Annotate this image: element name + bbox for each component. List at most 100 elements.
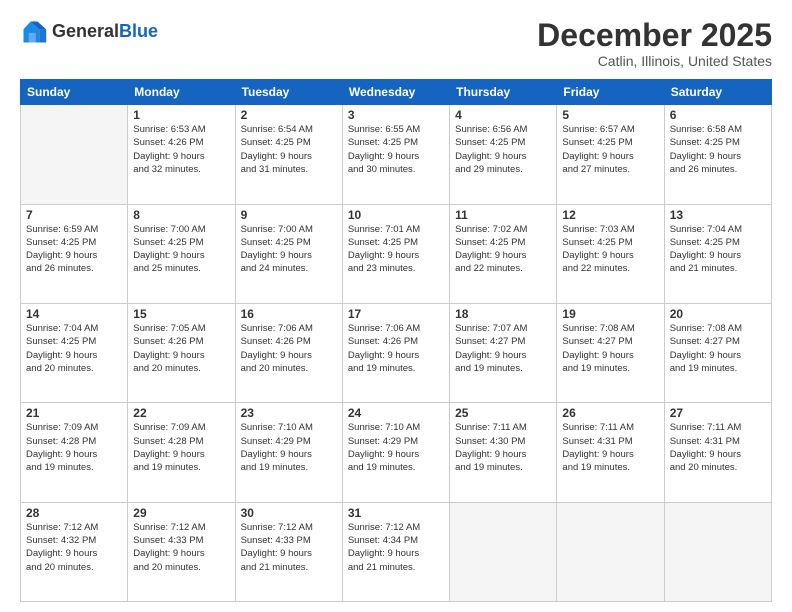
calendar-cell: 7Sunrise: 6:59 AM Sunset: 4:25 PM Daylig… xyxy=(21,204,128,303)
day-info: Sunrise: 6:55 AM Sunset: 4:25 PM Dayligh… xyxy=(348,123,444,176)
weekday-row: SundayMondayTuesdayWednesdayThursdayFrid… xyxy=(21,80,772,105)
header: GeneralBlue December 2025 Catlin, Illino… xyxy=(20,18,772,69)
day-info: Sunrise: 7:12 AM Sunset: 4:33 PM Dayligh… xyxy=(133,521,229,574)
day-number: 16 xyxy=(241,307,337,321)
day-info: Sunrise: 7:12 AM Sunset: 4:33 PM Dayligh… xyxy=(241,521,337,574)
calendar-cell xyxy=(557,502,664,601)
day-number: 18 xyxy=(455,307,551,321)
day-number: 9 xyxy=(241,208,337,222)
day-info: Sunrise: 7:12 AM Sunset: 4:34 PM Dayligh… xyxy=(348,521,444,574)
calendar-cell: 14Sunrise: 7:04 AM Sunset: 4:25 PM Dayli… xyxy=(21,303,128,402)
day-number: 7 xyxy=(26,208,122,222)
calendar-cell: 30Sunrise: 7:12 AM Sunset: 4:33 PM Dayli… xyxy=(235,502,342,601)
location: Catlin, Illinois, United States xyxy=(537,53,772,69)
day-info: Sunrise: 6:56 AM Sunset: 4:25 PM Dayligh… xyxy=(455,123,551,176)
day-number: 1 xyxy=(133,108,229,122)
calendar-week-row: 7Sunrise: 6:59 AM Sunset: 4:25 PM Daylig… xyxy=(21,204,772,303)
calendar-cell: 8Sunrise: 7:00 AM Sunset: 4:25 PM Daylig… xyxy=(128,204,235,303)
day-number: 11 xyxy=(455,208,551,222)
calendar-cell xyxy=(664,502,771,601)
day-info: Sunrise: 7:11 AM Sunset: 4:31 PM Dayligh… xyxy=(670,421,766,474)
day-number: 25 xyxy=(455,406,551,420)
day-number: 30 xyxy=(241,506,337,520)
day-info: Sunrise: 7:09 AM Sunset: 4:28 PM Dayligh… xyxy=(133,421,229,474)
day-number: 17 xyxy=(348,307,444,321)
day-number: 4 xyxy=(455,108,551,122)
day-number: 8 xyxy=(133,208,229,222)
day-number: 3 xyxy=(348,108,444,122)
calendar: SundayMondayTuesdayWednesdayThursdayFrid… xyxy=(20,79,772,602)
calendar-cell: 18Sunrise: 7:07 AM Sunset: 4:27 PM Dayli… xyxy=(450,303,557,402)
weekday-header: Thursday xyxy=(450,80,557,105)
calendar-cell: 24Sunrise: 7:10 AM Sunset: 4:29 PM Dayli… xyxy=(342,403,449,502)
calendar-header: SundayMondayTuesdayWednesdayThursdayFrid… xyxy=(21,80,772,105)
day-number: 20 xyxy=(670,307,766,321)
day-number: 31 xyxy=(348,506,444,520)
logo-blue: Blue xyxy=(119,21,158,41)
calendar-cell xyxy=(450,502,557,601)
day-info: Sunrise: 7:11 AM Sunset: 4:30 PM Dayligh… xyxy=(455,421,551,474)
calendar-cell: 16Sunrise: 7:06 AM Sunset: 4:26 PM Dayli… xyxy=(235,303,342,402)
day-number: 23 xyxy=(241,406,337,420)
day-info: Sunrise: 7:12 AM Sunset: 4:32 PM Dayligh… xyxy=(26,521,122,574)
day-number: 2 xyxy=(241,108,337,122)
calendar-week-row: 21Sunrise: 7:09 AM Sunset: 4:28 PM Dayli… xyxy=(21,403,772,502)
day-number: 10 xyxy=(348,208,444,222)
weekday-header: Sunday xyxy=(21,80,128,105)
calendar-cell: 17Sunrise: 7:06 AM Sunset: 4:26 PM Dayli… xyxy=(342,303,449,402)
logo-general: General xyxy=(52,21,119,41)
calendar-cell: 2Sunrise: 6:54 AM Sunset: 4:25 PM Daylig… xyxy=(235,105,342,204)
day-number: 22 xyxy=(133,406,229,420)
calendar-week-row: 28Sunrise: 7:12 AM Sunset: 4:32 PM Dayli… xyxy=(21,502,772,601)
day-number: 13 xyxy=(670,208,766,222)
weekday-header: Wednesday xyxy=(342,80,449,105)
calendar-cell: 6Sunrise: 6:58 AM Sunset: 4:25 PM Daylig… xyxy=(664,105,771,204)
day-info: Sunrise: 7:09 AM Sunset: 4:28 PM Dayligh… xyxy=(26,421,122,474)
calendar-cell: 12Sunrise: 7:03 AM Sunset: 4:25 PM Dayli… xyxy=(557,204,664,303)
day-info: Sunrise: 7:03 AM Sunset: 4:25 PM Dayligh… xyxy=(562,223,658,276)
day-number: 28 xyxy=(26,506,122,520)
day-info: Sunrise: 7:04 AM Sunset: 4:25 PM Dayligh… xyxy=(26,322,122,375)
calendar-cell: 31Sunrise: 7:12 AM Sunset: 4:34 PM Dayli… xyxy=(342,502,449,601)
weekday-header: Friday xyxy=(557,80,664,105)
calendar-cell: 25Sunrise: 7:11 AM Sunset: 4:30 PM Dayli… xyxy=(450,403,557,502)
month-title: December 2025 xyxy=(537,18,772,53)
day-number: 26 xyxy=(562,406,658,420)
day-number: 14 xyxy=(26,307,122,321)
day-info: Sunrise: 6:58 AM Sunset: 4:25 PM Dayligh… xyxy=(670,123,766,176)
weekday-header: Monday xyxy=(128,80,235,105)
calendar-cell: 28Sunrise: 7:12 AM Sunset: 4:32 PM Dayli… xyxy=(21,502,128,601)
page: GeneralBlue December 2025 Catlin, Illino… xyxy=(0,0,792,612)
weekday-header: Tuesday xyxy=(235,80,342,105)
day-info: Sunrise: 6:53 AM Sunset: 4:26 PM Dayligh… xyxy=(133,123,229,176)
day-info: Sunrise: 6:59 AM Sunset: 4:25 PM Dayligh… xyxy=(26,223,122,276)
calendar-cell: 9Sunrise: 7:00 AM Sunset: 4:25 PM Daylig… xyxy=(235,204,342,303)
calendar-cell: 22Sunrise: 7:09 AM Sunset: 4:28 PM Dayli… xyxy=(128,403,235,502)
day-info: Sunrise: 7:05 AM Sunset: 4:26 PM Dayligh… xyxy=(133,322,229,375)
day-number: 12 xyxy=(562,208,658,222)
day-info: Sunrise: 7:04 AM Sunset: 4:25 PM Dayligh… xyxy=(670,223,766,276)
title-area: December 2025 Catlin, Illinois, United S… xyxy=(537,18,772,69)
weekday-header: Saturday xyxy=(664,80,771,105)
calendar-body: 1Sunrise: 6:53 AM Sunset: 4:26 PM Daylig… xyxy=(21,105,772,602)
calendar-cell xyxy=(21,105,128,204)
day-info: Sunrise: 6:54 AM Sunset: 4:25 PM Dayligh… xyxy=(241,123,337,176)
day-info: Sunrise: 7:06 AM Sunset: 4:26 PM Dayligh… xyxy=(348,322,444,375)
calendar-cell: 26Sunrise: 7:11 AM Sunset: 4:31 PM Dayli… xyxy=(557,403,664,502)
day-number: 21 xyxy=(26,406,122,420)
day-number: 15 xyxy=(133,307,229,321)
day-info: Sunrise: 7:07 AM Sunset: 4:27 PM Dayligh… xyxy=(455,322,551,375)
day-info: Sunrise: 7:02 AM Sunset: 4:25 PM Dayligh… xyxy=(455,223,551,276)
day-info: Sunrise: 7:10 AM Sunset: 4:29 PM Dayligh… xyxy=(348,421,444,474)
day-info: Sunrise: 7:08 AM Sunset: 4:27 PM Dayligh… xyxy=(562,322,658,375)
day-number: 5 xyxy=(562,108,658,122)
day-number: 27 xyxy=(670,406,766,420)
calendar-cell: 3Sunrise: 6:55 AM Sunset: 4:25 PM Daylig… xyxy=(342,105,449,204)
calendar-cell: 29Sunrise: 7:12 AM Sunset: 4:33 PM Dayli… xyxy=(128,502,235,601)
logo: GeneralBlue xyxy=(20,18,158,46)
day-info: Sunrise: 7:08 AM Sunset: 4:27 PM Dayligh… xyxy=(670,322,766,375)
day-number: 24 xyxy=(348,406,444,420)
day-number: 29 xyxy=(133,506,229,520)
calendar-week-row: 14Sunrise: 7:04 AM Sunset: 4:25 PM Dayli… xyxy=(21,303,772,402)
calendar-cell: 11Sunrise: 7:02 AM Sunset: 4:25 PM Dayli… xyxy=(450,204,557,303)
